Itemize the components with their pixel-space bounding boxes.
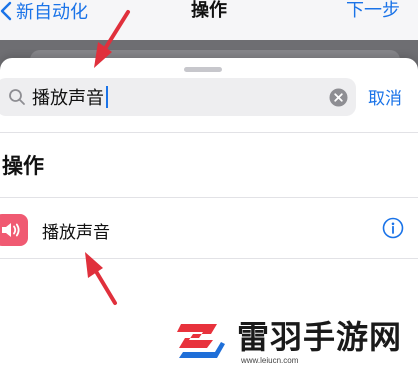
arrow-to-search: [94, 10, 130, 68]
watermark-url: www.leiucn.com: [241, 356, 299, 365]
watermark-name: 雷羽手游网: [237, 318, 403, 356]
arrow-to-action: [85, 252, 117, 305]
watermark: 雷羽手游网 www.leiucn.com: [165, 308, 418, 372]
site-logo-icon: [177, 324, 225, 358]
